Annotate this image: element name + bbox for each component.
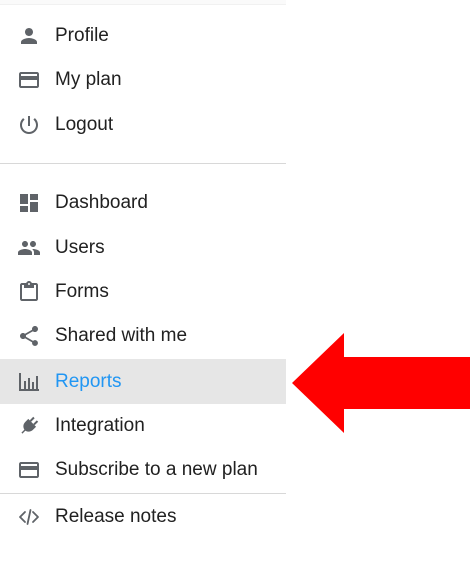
menu-label-logout: Logout xyxy=(55,114,114,135)
share-icon xyxy=(16,323,42,349)
menu-label-shared-with-me: Shared with me xyxy=(55,325,188,346)
power-icon xyxy=(16,112,42,138)
menu-label-users: Users xyxy=(55,237,105,258)
menu-item-users[interactable]: Users xyxy=(0,226,286,270)
menu-item-reports[interactable]: Reports xyxy=(0,359,286,404)
menu-item-logout[interactable]: Logout xyxy=(0,103,286,147)
menu-item-integration[interactable]: Integration xyxy=(0,404,286,448)
menu-divider xyxy=(0,493,286,494)
menu-label-my-plan: My plan xyxy=(55,69,122,90)
menu-item-my-plan[interactable]: My plan xyxy=(0,58,286,102)
menu-top-strip xyxy=(0,0,286,5)
menu-item-forms[interactable]: Forms xyxy=(0,270,286,314)
menu-item-subscribe-new-plan[interactable]: Subscribe to a new plan xyxy=(0,448,286,492)
credit-card-icon xyxy=(16,457,42,483)
menu-label-dashboard: Dashboard xyxy=(55,192,148,213)
menu-label-profile: Profile xyxy=(55,25,109,46)
callout-arrow xyxy=(292,333,472,433)
dashboard-icon xyxy=(16,190,42,216)
code-icon xyxy=(16,504,42,530)
menu-item-release-notes[interactable]: Release notes xyxy=(0,495,286,539)
person-icon xyxy=(16,23,42,49)
menu-label-subscribe-new-plan: Subscribe to a new plan xyxy=(55,459,258,480)
side-menu: Profile My plan Logout Dashboard Users F… xyxy=(0,0,286,566)
menu-label-release-notes: Release notes xyxy=(55,506,177,527)
credit-card-icon xyxy=(16,67,42,93)
menu-divider xyxy=(0,163,286,164)
menu-item-dashboard[interactable]: Dashboard xyxy=(0,181,286,225)
people-icon xyxy=(16,235,42,261)
bar-chart-icon xyxy=(16,369,42,395)
menu-label-forms: Forms xyxy=(55,281,109,302)
plug-icon xyxy=(16,413,42,439)
clipboard-icon xyxy=(16,279,42,305)
menu-item-profile[interactable]: Profile xyxy=(0,14,286,58)
menu-label-integration: Integration xyxy=(55,415,145,436)
menu-label-reports: Reports xyxy=(55,370,122,392)
menu-item-shared-with-me[interactable]: Shared with me xyxy=(0,314,286,358)
